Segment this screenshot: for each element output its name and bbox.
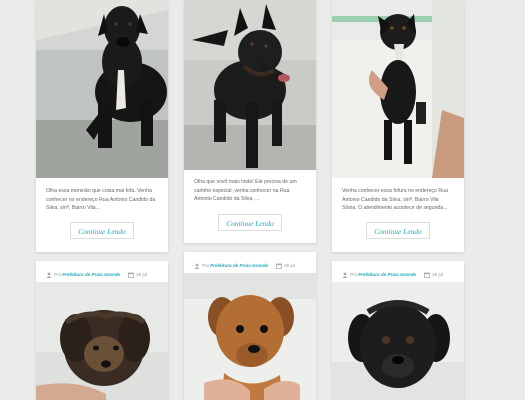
- author-prefix: Por: [350, 272, 358, 277]
- continue-reading-button[interactable]: Continue Lendo: [218, 214, 282, 231]
- author-prefix: Por: [202, 263, 210, 268]
- black-dog-collar-photo-icon: [184, 0, 316, 170]
- post-card: Por Prefeitura de Praia Grande 26 jul: [184, 252, 316, 400]
- calendar-icon: [424, 272, 431, 278]
- post-card: Olha que vovô mais lindo! Ele precisa de…: [184, 0, 316, 243]
- post-image[interactable]: [184, 0, 316, 170]
- scruffy-puppy-photo-icon: [36, 282, 168, 400]
- post-card: Olha essa meninão que coisa mai fofa. Ve…: [36, 0, 168, 252]
- post-card: Venha conhecer essa fofura no endereço R…: [332, 0, 464, 252]
- user-icon: [46, 272, 52, 278]
- post-excerpt: Olha que vovô mais lindo! Ele precisa de…: [194, 179, 297, 203]
- black-puppy-held-photo-icon: [332, 0, 464, 178]
- author-prefix: Por: [54, 272, 62, 277]
- post-meta: Por Prefeitura de Praia Grande 26 jul: [46, 270, 158, 279]
- brown-puppy-photo-icon: [184, 273, 316, 400]
- post-card: Por Prefeitura de Praia Grande 26 jul: [332, 261, 464, 400]
- post-excerpt: Olha essa meninão que coisa mai fofa. Ve…: [46, 188, 156, 212]
- post-meta: Por Prefeitura de Praia Grande 26 jul: [342, 270, 454, 279]
- continue-reading-button[interactable]: Continue Lendo: [70, 222, 134, 239]
- calendar-icon: [128, 272, 135, 278]
- post-meta: Por Prefeitura de Praia Grande 26 jul: [194, 261, 306, 270]
- post-image[interactable]: [36, 0, 168, 178]
- black-puppy-photo-icon: [332, 282, 464, 400]
- post-image[interactable]: [332, 282, 464, 400]
- user-icon: [342, 272, 348, 278]
- post-image[interactable]: [36, 282, 168, 400]
- continue-reading-button[interactable]: Continue Lendo: [366, 222, 430, 239]
- post-image[interactable]: [184, 273, 316, 400]
- author-link[interactable]: Prefeitura de Praia Grande: [62, 272, 120, 277]
- black-dog-photo-icon: [36, 0, 168, 178]
- post-date: 26 jul: [284, 263, 296, 268]
- post-date: 26 jul: [136, 272, 148, 277]
- post-date: 26 jul: [432, 272, 444, 277]
- post-image[interactable]: [332, 0, 464, 178]
- author-link[interactable]: Prefeitura de Praia Grande: [210, 263, 268, 268]
- user-icon: [194, 263, 200, 269]
- post-card: Por Prefeitura de Praia Grande 26 jul: [36, 261, 168, 400]
- calendar-icon: [276, 263, 283, 269]
- post-excerpt: Venha conhecer essa fofura no endereço R…: [342, 188, 448, 212]
- author-link[interactable]: Prefeitura de Praia Grande: [358, 272, 416, 277]
